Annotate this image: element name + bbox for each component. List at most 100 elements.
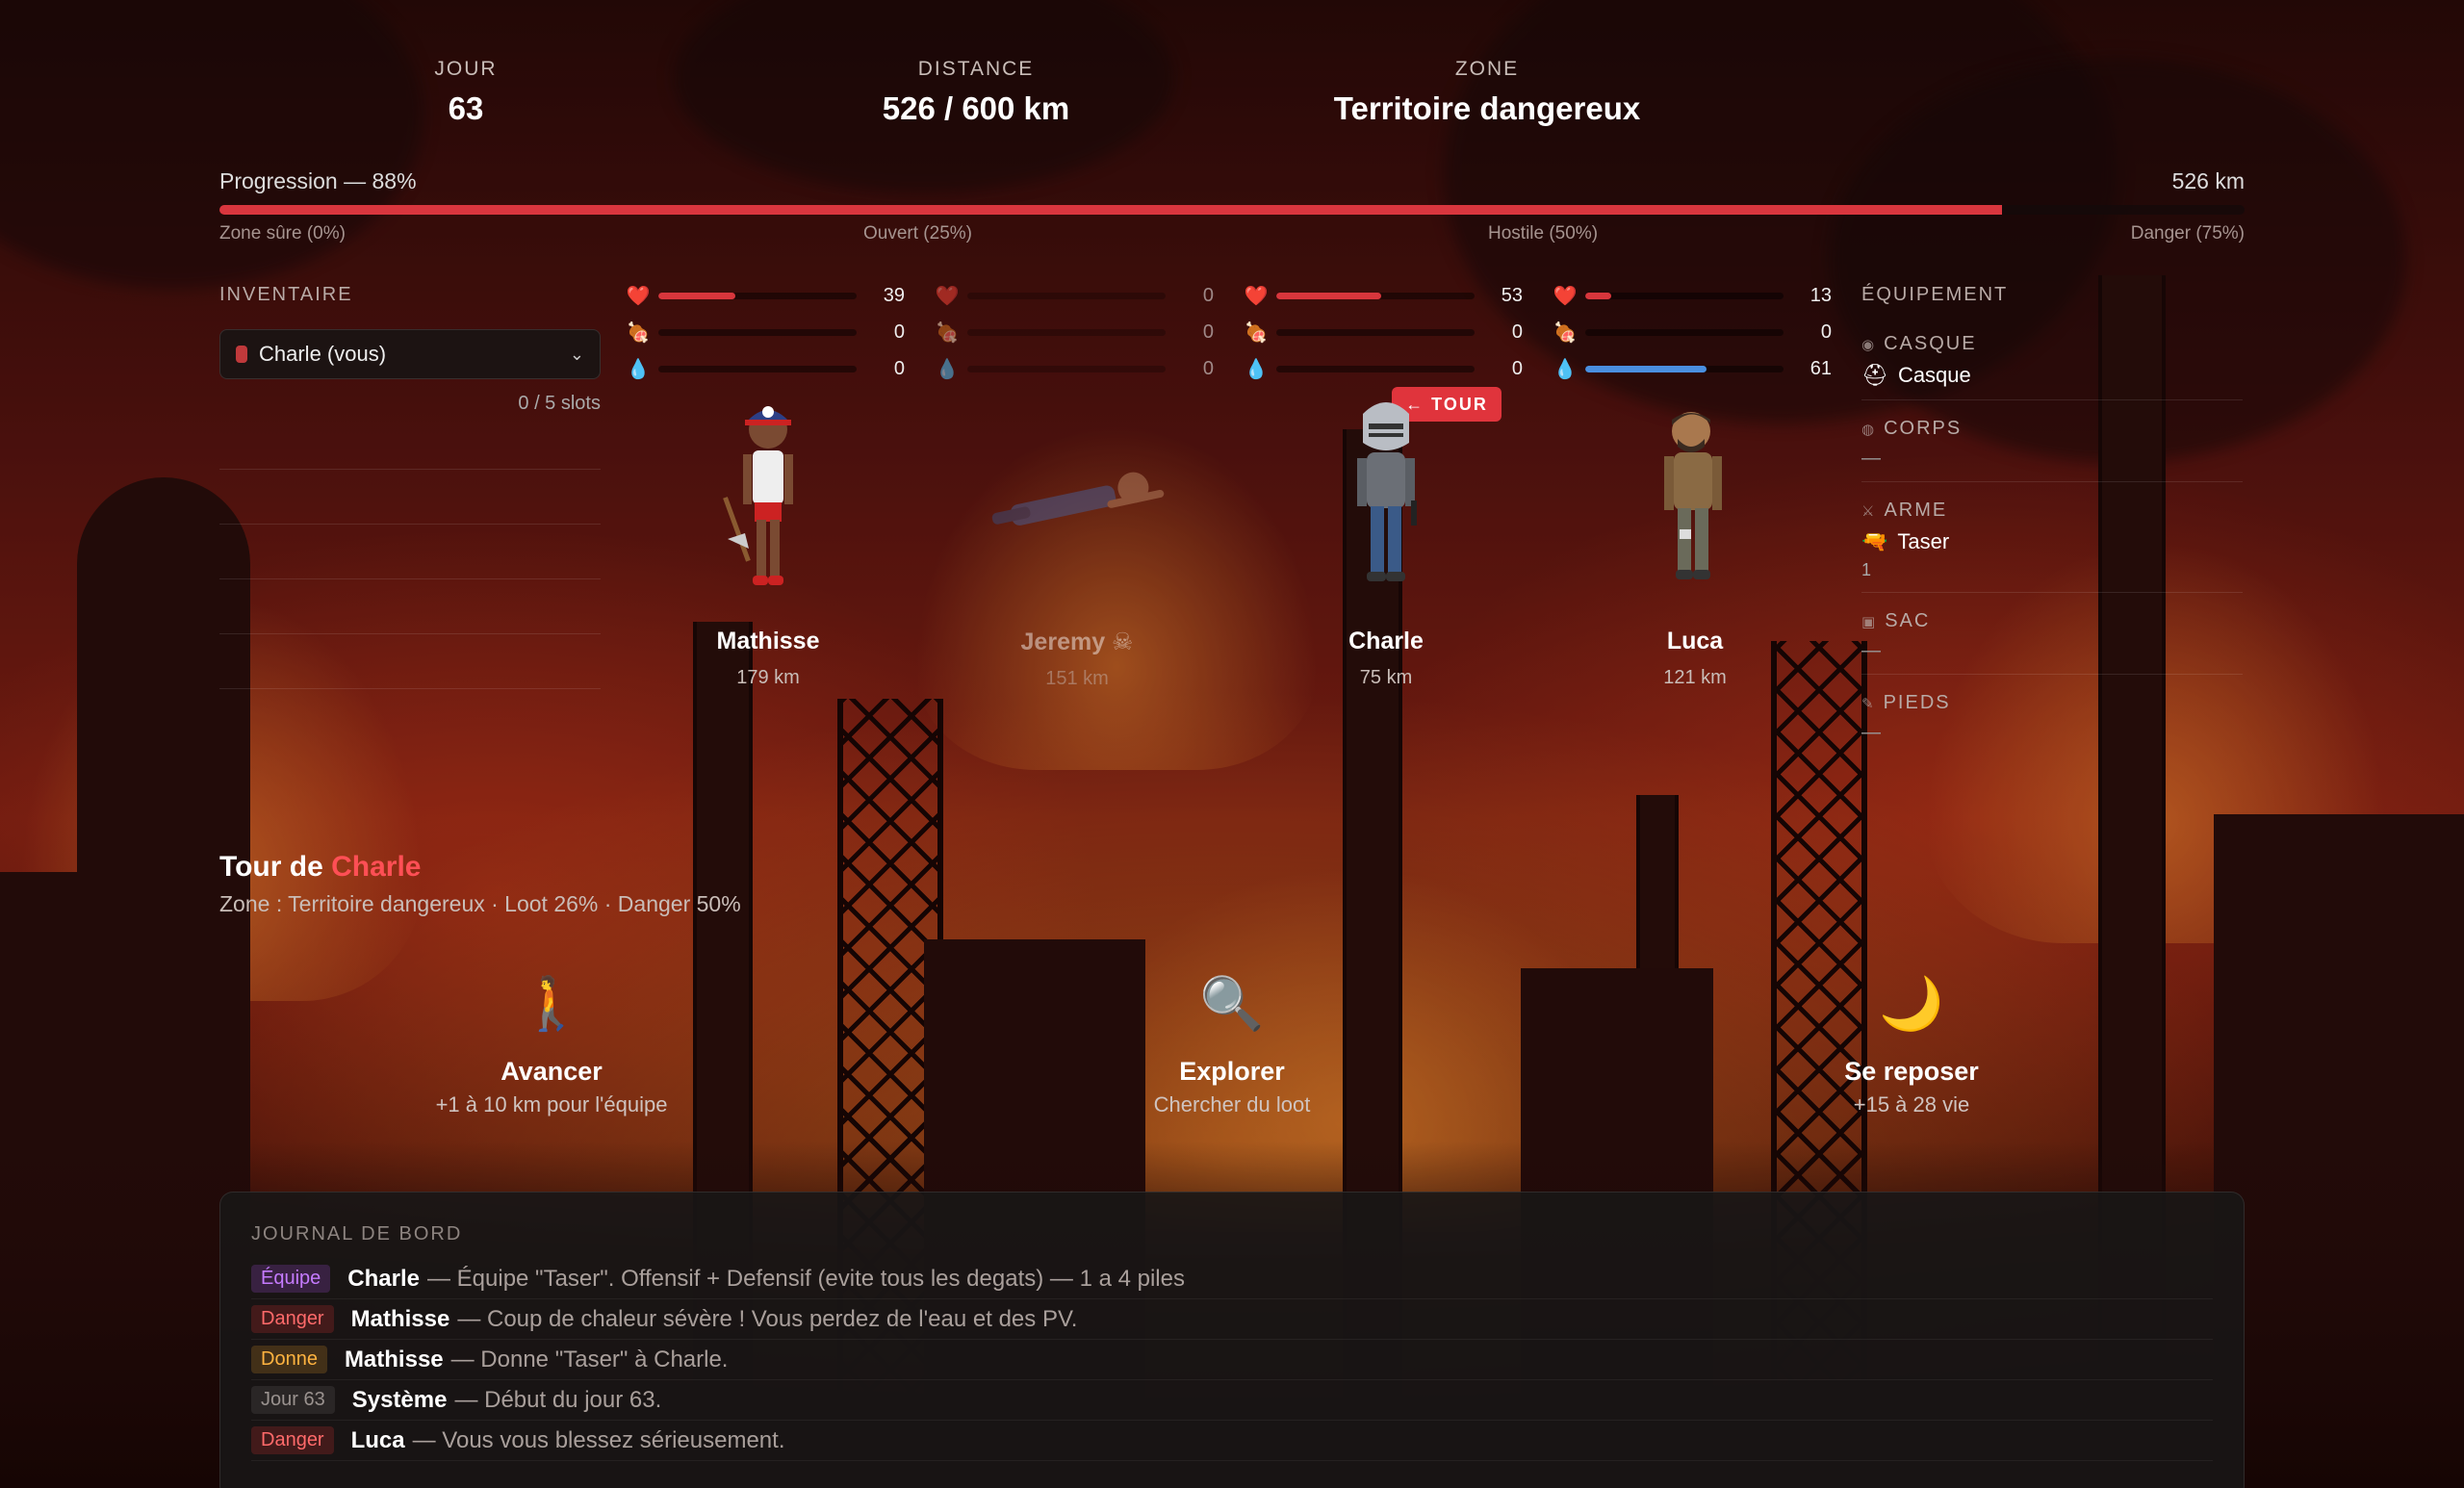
progress-fill [219,205,2002,215]
equip-empty: — [1861,448,1881,469]
character-name: Luca [1666,628,1724,654]
action-desc: +15 à 28 vie [1853,1092,1970,1116]
character-name: Mathisse [716,628,820,654]
character-select[interactable]: Charle (vous) ⌄ [219,329,601,379]
inventory-panel: INVENTAIRE Charle (vous) ⌄ 0 / 5 slots [219,284,601,689]
turn-info: Zone : Territoire dangereux · Loot 26% ·… [219,891,741,916]
food-icon: 🍖 [626,321,651,344]
inventory-label: INVENTAIRE [219,284,353,305]
equip-slot-label: PIEDS [1883,692,1951,713]
journal-who: Mathisse [344,1346,444,1373]
action-desc: Chercher du loot [1153,1092,1311,1116]
stat-row: ❤️ 39 [624,277,905,314]
zone-mark-hostile: Hostile (50%) [1488,223,1599,244]
day-stat: JOUR 63 [434,58,497,127]
equip-slot-bag[interactable]: ▣ SAC — [1861,610,2243,675]
progress-bar [219,205,2245,215]
equip-empty: — [1861,640,1881,661]
character-name: Charle [1348,628,1424,654]
water-drop-icon: 💧 [626,358,651,380]
stat-bar [1276,328,1475,336]
food-value: 0 [1511,321,1523,343]
stat-row: 🍖 0 [1242,314,1523,350]
hp-value: 0 [1202,284,1214,306]
stats-jeremy: ❤️ 0 🍖 0 💧 0 [933,277,1214,387]
equip-slot-label: SAC [1885,610,1931,631]
equip-slot-body[interactable]: ◍ CORPS — [1861,418,2243,482]
equip-empty: — [1861,722,1881,743]
equip-item-count: 1 [1861,560,1872,579]
stat-bar [658,292,857,299]
stat-bar [1276,365,1475,372]
turn-title: Tour de Charle [219,851,421,884]
journal-message: — Vous vous blessez sérieusement. [412,1426,785,1453]
stat-bar [658,365,857,372]
helmet-icon: ◉ [1861,336,1877,353]
stats-luca: ❤️ 13 🍖 0 💧 61 [1551,277,1832,387]
character-mathisse[interactable]: Mathisse 179 km [653,395,884,689]
inventory-slot[interactable] [219,688,601,689]
magnifier-icon: 🔍 [1199,975,1265,1033]
zone-value: Territoire dangereux [1333,90,1641,126]
turn-player: Charle [331,851,422,883]
character-jeremy-sprite [962,395,1193,616]
stat-row: 🍖 0 [624,314,905,350]
journal-who: Luca [350,1426,405,1453]
journal-tag: Danger [251,1426,334,1454]
chevron-down-icon: ⌄ [569,344,584,364]
rest-button[interactable]: 🌙 Se reposer +15 à 28 vie [1758,974,2066,1117]
food-icon: 🍖 [1244,321,1269,344]
journal-tag: Danger [251,1305,334,1333]
taser-icon: 🔫 [1861,529,1888,553]
turn-prefix: Tour de [219,851,332,883]
food-icon: 🍖 [1553,321,1578,344]
journal-who: Charle [347,1265,420,1292]
heart-icon: ❤️ [1553,285,1578,307]
hp-bar-fill [658,292,736,299]
stat-bar [1585,292,1784,299]
character-luca-sprite [1579,395,1810,616]
equip-slot-label: ARME [1884,500,1948,521]
journal-entry: Jour 63 Système — Début du jour 63. [251,1380,2213,1421]
zone-label: ZONE [1454,58,1520,80]
armor-icon: ◍ [1861,421,1877,438]
inventory-slot[interactable] [219,469,601,470]
inventory-slot[interactable] [219,633,601,634]
stat-row: ❤️ 0 [933,277,1214,314]
journal-entry: Équipe Charle — Équipe "Taser". Offensif… [251,1259,2213,1299]
stat-row: 💧 0 [933,350,1214,387]
inventory-slots: 0 / 5 slots [518,393,601,414]
food-value: 0 [1820,321,1832,343]
inventory-slot-list [219,469,601,689]
inventory-slot[interactable] [219,524,601,525]
character-charle[interactable]: Charle 75 km [1270,395,1502,689]
boots-icon: ✎ [1861,695,1876,712]
backpack-icon [236,346,247,363]
distance-value: 526 / 600 km [882,90,1070,126]
character-luca[interactable]: Luca 121 km [1579,395,1810,689]
advance-button[interactable]: 🚶 Avancer +1 à 10 km pour l'équipe [398,974,706,1117]
character-distance: 179 km [736,667,800,688]
equip-slot-feet[interactable]: ✎ PIEDS — [1861,692,2243,756]
hp-bar-fill [1276,292,1382,299]
stat-bar [1276,292,1475,299]
character-distance: 75 km [1359,667,1413,688]
character-distance: 151 km [1045,668,1109,689]
equip-slot-label: CORPS [1884,418,1963,439]
journal-panel[interactable]: JOURNAL DE BORD Équipe Charle — Équipe "… [219,1192,2245,1488]
heart-icon: ❤️ [935,285,960,307]
stats-mathisse: ❤️ 39 🍖 0 💧 0 [624,277,905,387]
equip-item-name: Casque [1897,363,1971,387]
inventory-slot[interactable] [219,578,601,579]
stat-bar [1585,365,1784,372]
equip-slot-weapon[interactable]: ⚔ ARME 🔫 Taser 1 [1861,500,2243,593]
water-drop-icon: 💧 [1553,358,1578,380]
equip-slot-label: CASQUE [1884,333,1977,354]
character-distance: 121 km [1663,667,1727,688]
character-charle-sprite [1270,395,1502,616]
equip-slot-helmet[interactable]: ◉ CASQUE ⛑ Casque [1861,333,2243,400]
character-jeremy[interactable]: Jeremy ☠ 151 km [962,395,1193,690]
day-label: JOUR [434,58,498,80]
explore-button[interactable]: 🔍 Explorer Chercher du loot [1078,974,1386,1117]
day-value: 63 [448,90,484,126]
